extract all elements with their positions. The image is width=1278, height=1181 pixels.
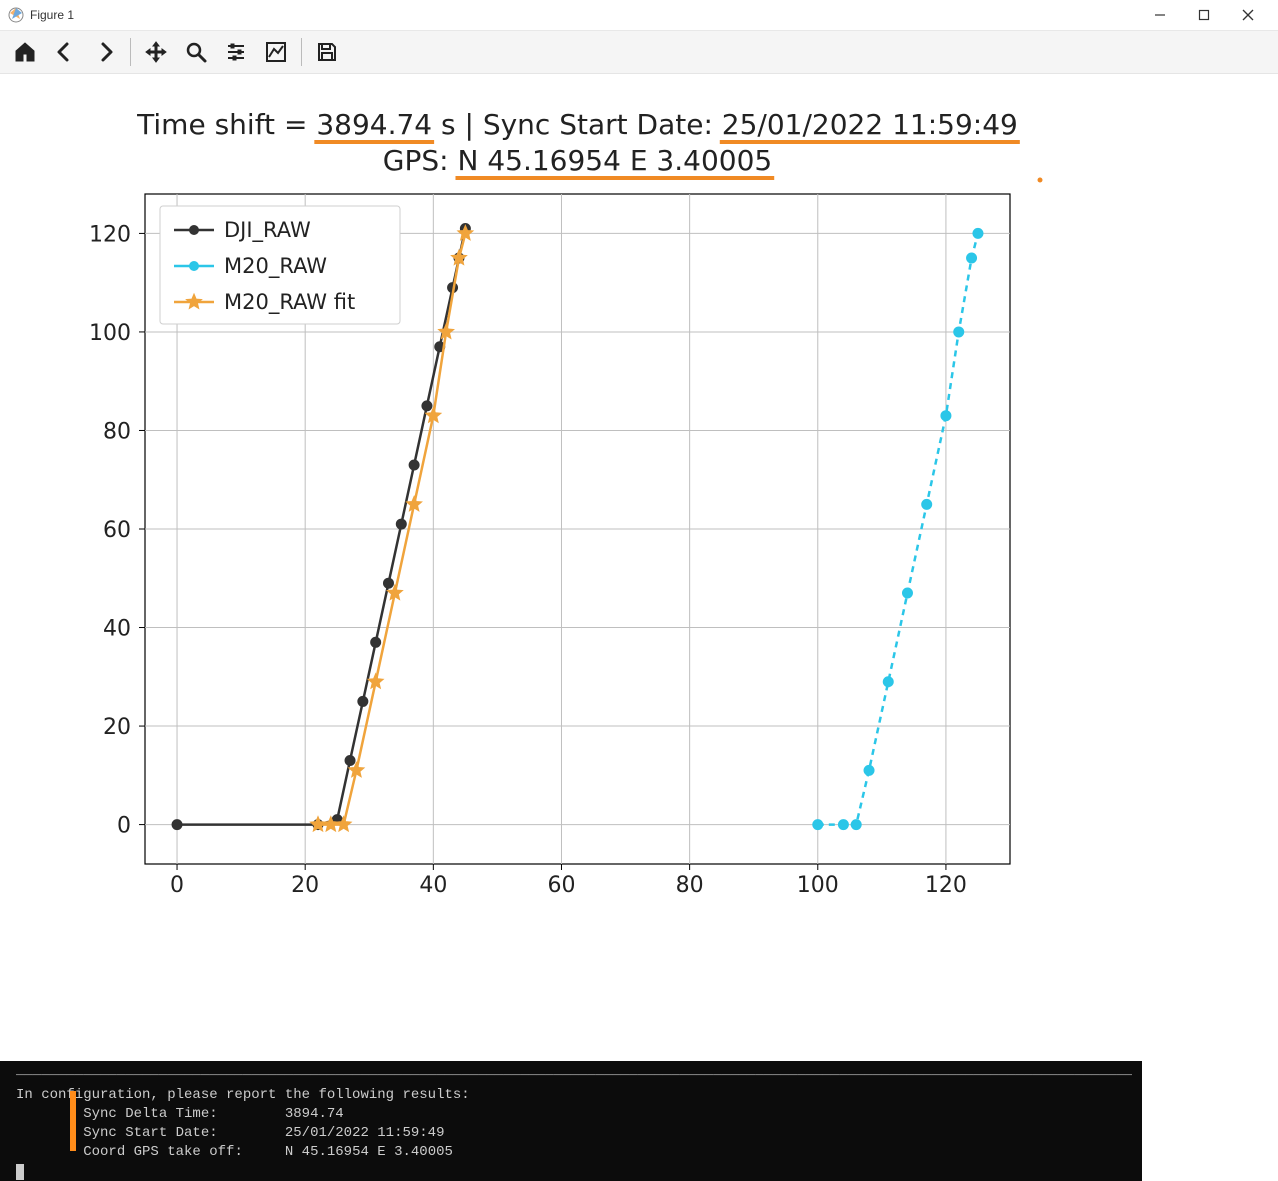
marker-circle	[883, 677, 893, 687]
window-title: Figure 1	[30, 8, 74, 22]
subplots-config-button[interactable]	[217, 34, 255, 70]
console-highlight-bar	[70, 1091, 76, 1151]
minimize-button[interactable]	[1138, 0, 1182, 30]
marker-circle	[396, 519, 406, 529]
console-value: 3894.74	[285, 1106, 344, 1122]
save-figure-button[interactable]	[308, 34, 346, 70]
tick-y-label: 20	[103, 715, 131, 740]
marker-circle	[973, 228, 983, 238]
home-button[interactable]	[6, 34, 44, 70]
marker-circle	[838, 820, 848, 830]
legend-label: DJI_RAW	[224, 218, 311, 243]
marker-circle	[172, 820, 182, 830]
tick-x-label: 0	[170, 873, 184, 898]
console-label: Sync Delta Time:	[83, 1106, 217, 1122]
forward-button[interactable]	[86, 34, 124, 70]
console-row: Coord GPS take off: N 45.16954 E 3.40005	[16, 1143, 1132, 1162]
annotation-dot	[1038, 178, 1043, 183]
zoom-button[interactable]	[177, 34, 215, 70]
tick-x-label: 20	[291, 873, 319, 898]
console-output: ────────────────────────────────────────…	[0, 1061, 1142, 1181]
tick-y-label: 40	[103, 617, 131, 642]
marker-circle	[922, 499, 932, 509]
marker-circle	[851, 820, 861, 830]
console-row: Sync Start Date: 25/01/2022 11:59:49	[16, 1124, 1132, 1143]
marker-circle	[345, 756, 355, 766]
marker-circle	[358, 696, 368, 706]
marker-circle	[383, 578, 393, 588]
tick-y-label: 80	[103, 419, 131, 444]
tick-x-label: 100	[797, 873, 839, 898]
edit-axes-button[interactable]	[257, 34, 295, 70]
marker-circle	[941, 411, 951, 421]
legend-label: M20_RAW	[224, 254, 327, 279]
maximize-button[interactable]	[1182, 0, 1226, 30]
back-button[interactable]	[46, 34, 84, 70]
toolbar-separator	[130, 38, 131, 66]
pan-button[interactable]	[137, 34, 175, 70]
legend-circle-icon	[189, 261, 199, 271]
tick-x-label: 120	[925, 873, 967, 898]
tick-y-label: 60	[103, 518, 131, 543]
tick-y-label: 0	[117, 814, 131, 839]
legend-circle-icon	[189, 225, 199, 235]
console-cursor-line	[16, 1161, 1132, 1180]
console-value: N 45.16954 E 3.40005	[285, 1144, 453, 1160]
figure-canvas[interactable]: Time shift = 3894.74 s | Sync Start Date…	[0, 74, 1278, 1061]
marker-circle	[371, 637, 381, 647]
toolbar-separator	[301, 38, 302, 66]
console-header: In configuration, please report the foll…	[16, 1086, 1132, 1105]
chart-title-line1: Time shift = 3894.74 s | Sync Start Date…	[136, 108, 1018, 141]
console-row: Sync Delta Time: 3894.74	[16, 1105, 1132, 1124]
tick-x-label: 40	[419, 873, 447, 898]
legend-label: M20_RAW fit	[224, 290, 355, 315]
marker-circle	[902, 588, 912, 598]
tick-x-label: 80	[676, 873, 704, 898]
marker-circle	[954, 327, 964, 337]
marker-circle	[864, 765, 874, 775]
tick-x-label: 60	[547, 873, 575, 898]
console-value: 25/01/2022 11:59:49	[285, 1125, 445, 1141]
console-label: Sync Start Date:	[83, 1125, 217, 1141]
console-label: Coord GPS take off:	[83, 1144, 243, 1160]
console-rule: ────────────────────────────────────────…	[16, 1067, 1132, 1086]
marker-circle	[409, 460, 419, 470]
close-button[interactable]	[1226, 0, 1270, 30]
tick-y-label: 100	[89, 321, 131, 346]
marker-circle	[422, 401, 432, 411]
tick-y-label: 120	[89, 222, 131, 247]
mpl-toolbar	[0, 30, 1278, 74]
marker-circle	[967, 253, 977, 263]
chart-title-line2: GPS: N 45.16954 E 3.40005	[383, 144, 772, 177]
marker-circle	[813, 820, 823, 830]
app-icon	[8, 7, 24, 23]
window-titlebar: Figure 1	[0, 0, 1278, 30]
